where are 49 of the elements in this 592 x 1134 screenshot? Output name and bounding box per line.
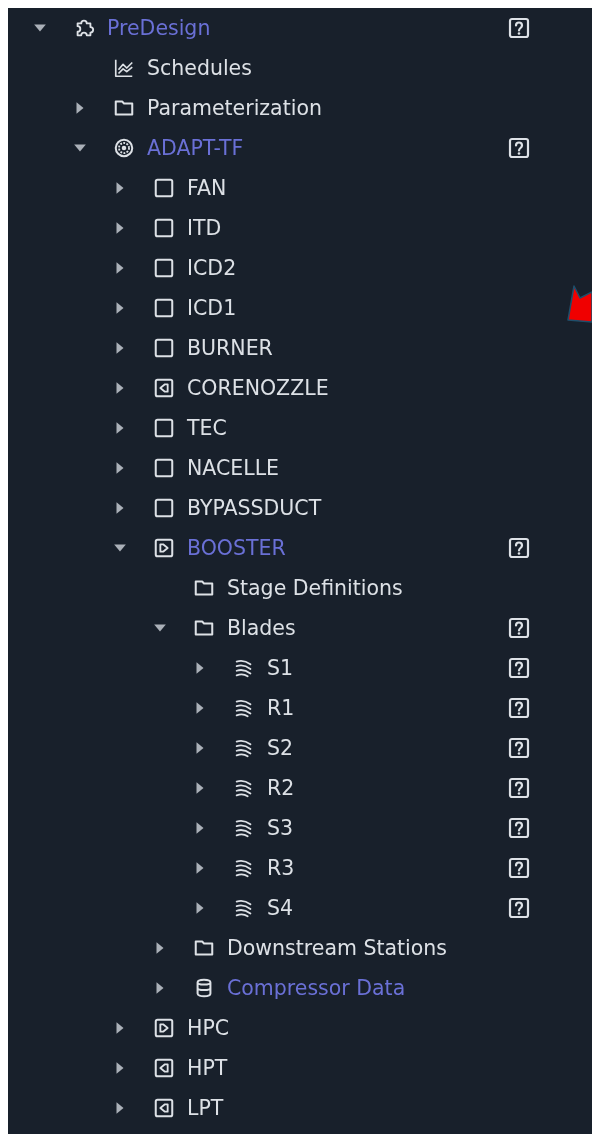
help-icon[interactable] xyxy=(508,737,530,759)
tree-item[interactable]: Parameterization xyxy=(147,96,322,120)
tree-item[interactable]: Stage Definitions xyxy=(227,576,403,600)
tree-item[interactable]: ICD2 xyxy=(187,256,237,280)
tree-item[interactable]: Schedules xyxy=(147,56,252,80)
tree-item[interactable]: BYPASSDUCT xyxy=(187,496,322,520)
tree-item[interactable]: ADAPT-TF xyxy=(147,136,244,160)
help-icon[interactable] xyxy=(508,697,530,719)
square-icon xyxy=(153,177,175,199)
help-icon[interactable] xyxy=(508,617,530,639)
tree-item[interactable]: FAN xyxy=(187,176,227,200)
help-icon[interactable] xyxy=(508,777,530,799)
tree-item[interactable]: HPC xyxy=(187,1016,230,1040)
tree-item[interactable]: Compressor Data xyxy=(227,976,406,1000)
square-icon xyxy=(153,417,175,439)
tree-item[interactable]: BOOSTER xyxy=(187,536,286,560)
tree-item[interactable]: ICD1 xyxy=(187,296,237,320)
tree-item[interactable]: CORENOZZLE xyxy=(187,376,329,400)
tree-item[interactable]: Downstream Stations xyxy=(227,936,447,960)
help-icon[interactable] xyxy=(508,897,530,919)
tree-item[interactable]: PreDesign xyxy=(107,16,211,40)
help-icon[interactable] xyxy=(508,17,530,39)
square-icon xyxy=(153,217,175,239)
tree-item[interactable]: LPT xyxy=(187,1096,224,1120)
tree-item[interactable]: Blades xyxy=(227,616,296,640)
tree-item[interactable]: ITD xyxy=(187,216,222,240)
tree-item[interactable]: HPT xyxy=(187,1056,228,1080)
help-icon[interactable] xyxy=(508,657,530,679)
help-icon[interactable] xyxy=(508,857,530,879)
square-icon xyxy=(153,297,175,319)
tree-item[interactable]: S2 xyxy=(267,736,294,760)
tree-item[interactable]: R1 xyxy=(267,696,295,720)
line-chart-icon xyxy=(113,57,135,79)
help-icon[interactable] xyxy=(508,137,530,159)
tree-item[interactable]: TEC xyxy=(187,416,227,440)
square-icon xyxy=(153,337,175,359)
disc-icon xyxy=(113,137,135,159)
tree-item[interactable]: S3 xyxy=(267,816,294,840)
tree-item[interactable]: R3 xyxy=(267,856,295,880)
tree-item[interactable]: S1 xyxy=(267,656,294,680)
tree-item[interactable]: BURNER xyxy=(187,336,273,360)
tree-item[interactable]: NACELLE xyxy=(187,456,280,480)
help-icon[interactable] xyxy=(508,817,530,839)
tree-item[interactable]: R2 xyxy=(267,776,295,800)
square-icon xyxy=(153,257,175,279)
tree-item[interactable]: S4 xyxy=(267,896,294,920)
square-icon xyxy=(153,457,175,479)
help-icon[interactable] xyxy=(508,537,530,559)
square-icon xyxy=(153,497,175,519)
